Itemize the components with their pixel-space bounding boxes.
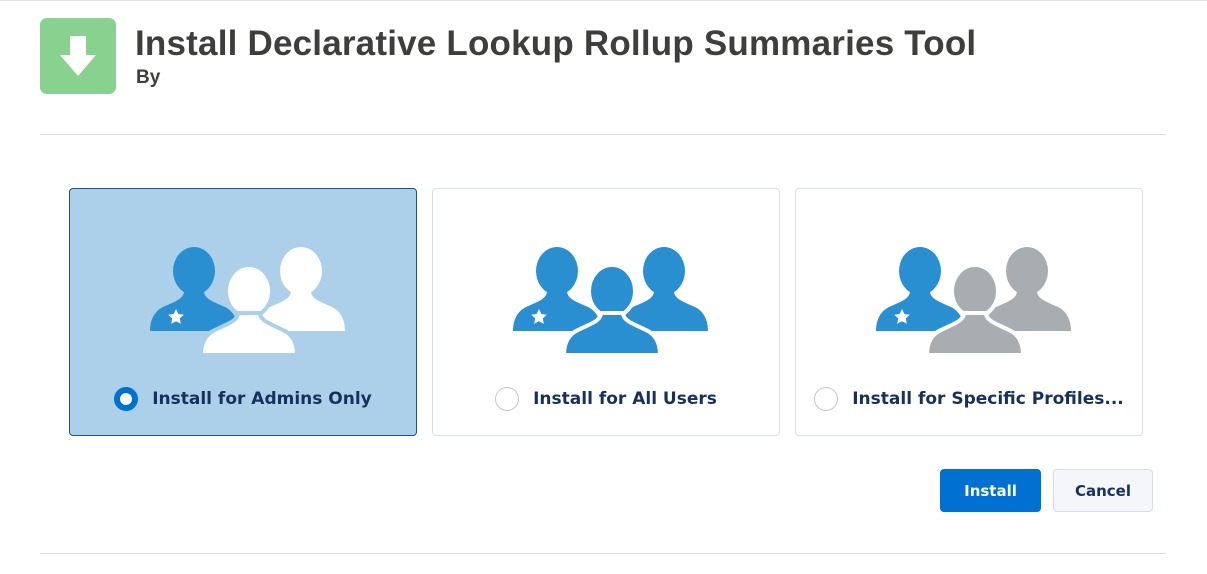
install-button[interactable]: Install [940, 469, 1041, 512]
users-all-icon [513, 247, 708, 353]
download-arrow-icon [40, 18, 116, 94]
option-label: Install for Admins Only [152, 389, 372, 409]
header-divider [40, 134, 1166, 135]
install-header: Install Declarative Lookup Rollup Summar… [40, 18, 1170, 98]
option-all-users[interactable]: Install for All Users [432, 188, 780, 436]
option-choice: Install for Specific Profiles... [796, 386, 1142, 412]
option-admins-only[interactable]: Install for Admins Only [69, 188, 417, 436]
radio-specific-profiles[interactable] [814, 387, 839, 411]
radio-admins-only[interactable] [114, 387, 139, 411]
top-border [0, 0, 1207, 1]
option-label: Install for All Users [533, 389, 717, 409]
users-profiles-icon [876, 247, 1071, 353]
page-title: Install Declarative Lookup Rollup Summar… [135, 24, 977, 63]
footer-divider [40, 553, 1166, 554]
option-choice: Install for Admins Only [70, 386, 416, 412]
option-specific-profiles[interactable]: Install for Specific Profiles... [795, 188, 1143, 436]
option-choice: Install for All Users [433, 386, 779, 412]
cancel-button[interactable]: Cancel [1053, 469, 1153, 512]
radio-all-users[interactable] [495, 387, 520, 411]
publisher-byline: By [136, 67, 161, 88]
users-admin-icon [150, 247, 345, 353]
option-label: Install for Specific Profiles... [852, 389, 1124, 409]
